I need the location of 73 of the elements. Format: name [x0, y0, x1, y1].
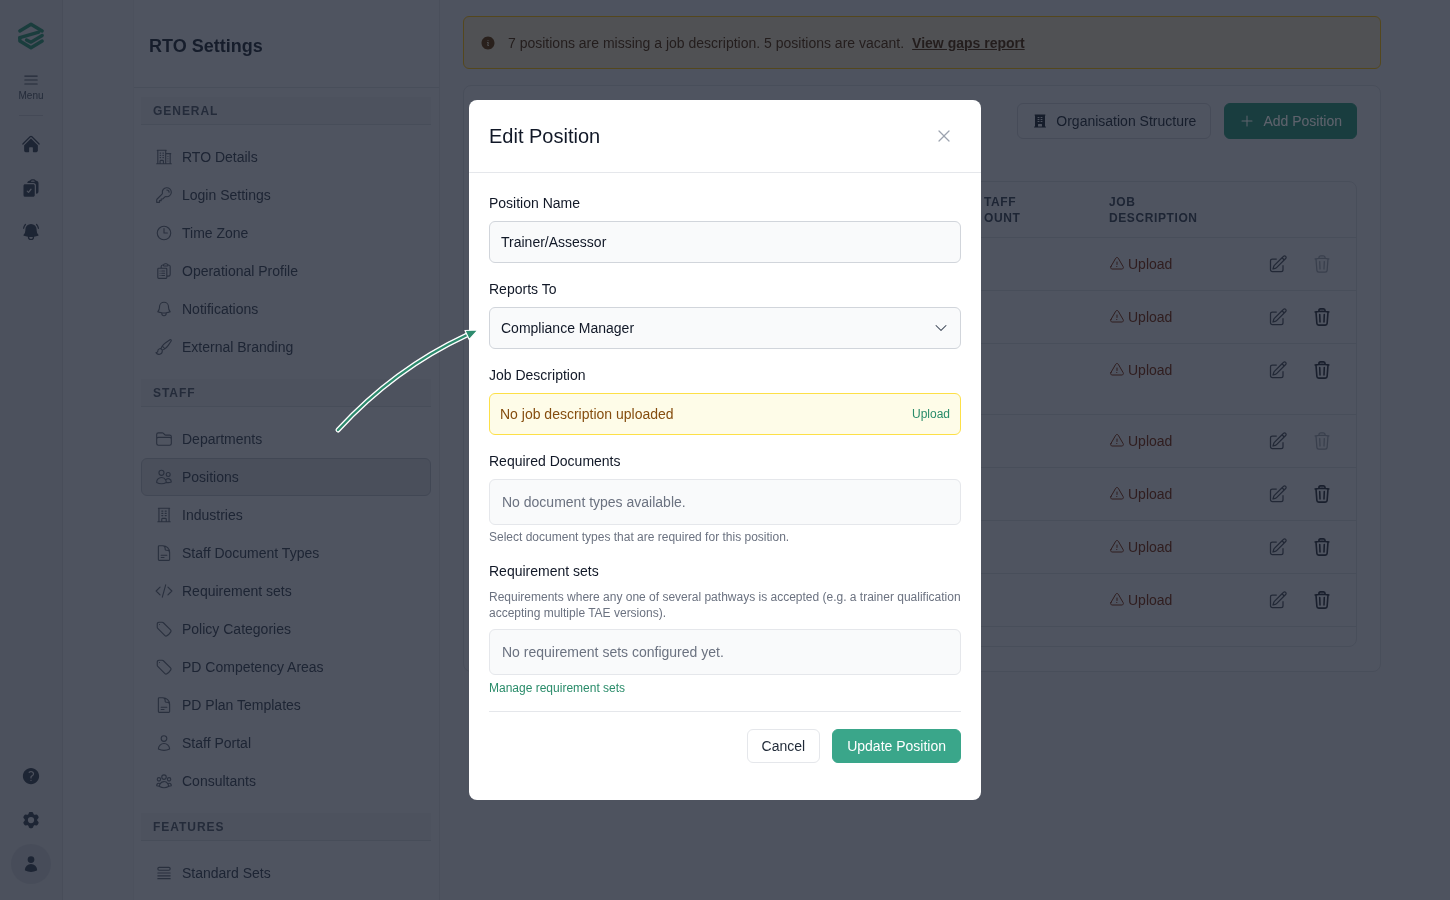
upload-link[interactable]: Upload	[1109, 592, 1173, 608]
field-label: Position Name	[489, 194, 582, 213]
info-icon	[480, 34, 496, 51]
code-icon	[155, 582, 173, 600]
warning-icon	[1109, 256, 1125, 272]
field-label: Required Documents	[489, 452, 622, 471]
folder-icon	[155, 430, 173, 448]
select-field[interactable]: Compliance Manager	[489, 307, 961, 349]
help-icon[interactable]	[21, 766, 41, 786]
upload-link[interactable]: Upload	[1109, 362, 1173, 378]
warning-icon	[1109, 539, 1125, 555]
trash-icon[interactable]	[1312, 537, 1332, 557]
list-icon	[155, 864, 173, 882]
submit-button[interactable]: Update Position	[832, 729, 961, 763]
upload-link[interactable]: Upload	[1109, 486, 1173, 502]
edit-icon[interactable]	[1268, 484, 1288, 504]
warning-icon	[1109, 592, 1125, 608]
tag-icon	[155, 658, 173, 676]
upload-link[interactable]: Upload	[1109, 309, 1173, 325]
building-icon	[1032, 113, 1049, 129]
settings-icon[interactable]	[21, 810, 41, 830]
edit-icon[interactable]	[1268, 537, 1288, 557]
field-label: Job Description	[489, 366, 587, 385]
logo-icon	[17, 22, 45, 50]
bell-icon	[155, 300, 173, 318]
clock-icon	[155, 224, 173, 242]
tag-icon	[155, 620, 173, 638]
edit-icon[interactable]	[1268, 431, 1288, 451]
upload-link[interactable]: Upload	[1109, 539, 1173, 555]
trash-icon[interactable]	[1312, 307, 1332, 327]
text-input[interactable]: Trainer/Assessor	[489, 221, 961, 263]
edit-icon[interactable]	[1268, 590, 1288, 610]
upload-link[interactable]: Upload	[1109, 433, 1173, 449]
user-group-icon	[155, 772, 173, 790]
document-icon	[155, 696, 173, 714]
edit-icon[interactable]	[1268, 360, 1288, 380]
structure-button[interactable]: Organisation Structure	[1017, 103, 1212, 139]
cancel-button[interactable]: Cancel	[746, 729, 821, 763]
edit-icon[interactable]	[1268, 254, 1288, 274]
add-button[interactable]: Add Position	[1224, 103, 1357, 139]
avatar-button[interactable]	[11, 844, 51, 884]
warning-icon	[1109, 309, 1125, 325]
user-icon	[22, 855, 40, 873]
edit-icon[interactable]	[1268, 307, 1288, 327]
users-icon	[155, 468, 173, 486]
trash-icon[interactable]	[1312, 590, 1332, 610]
home-icon[interactable]	[21, 134, 41, 154]
building-icon	[155, 506, 173, 524]
clipboard-check-icon[interactable]	[21, 178, 41, 198]
key-icon	[155, 186, 173, 204]
document-icon	[155, 544, 173, 562]
upload-link[interactable]: Upload	[911, 406, 950, 422]
upload-link[interactable]: Upload	[1109, 256, 1173, 272]
trash-icon[interactable]	[1312, 484, 1332, 504]
warning-icon	[1109, 433, 1125, 449]
user-icon	[155, 734, 173, 752]
building-icon	[155, 148, 173, 166]
status-text: No job description uploaded	[500, 406, 674, 422]
sidebar-title: RTO Settings	[149, 36, 263, 57]
field-label: Reports To	[489, 280, 558, 299]
help-text: Select document types that are required for this position.	[489, 529, 791, 545]
field-label: Requirement sets	[489, 562, 600, 581]
bell-icon[interactable]	[21, 222, 41, 242]
empty-state-panel: No requirement sets configured yet.	[489, 629, 961, 675]
paintbrush-icon	[155, 338, 173, 356]
field-description: Requirements where any one of several pathways is accepted (e.g. a trainer qualification accepting multiple TAE versions).	[489, 589, 961, 621]
empty-state-panel: No document types available.	[489, 479, 961, 525]
warning-icon	[1109, 486, 1125, 502]
clipboard-icon	[155, 262, 173, 280]
trash-icon[interactable]	[1312, 360, 1332, 380]
modal-title: Edit Position	[489, 124, 601, 148]
manage-sets-link[interactable]: Manage requirement sets	[489, 680, 626, 696]
warning-icon	[1109, 362, 1125, 378]
